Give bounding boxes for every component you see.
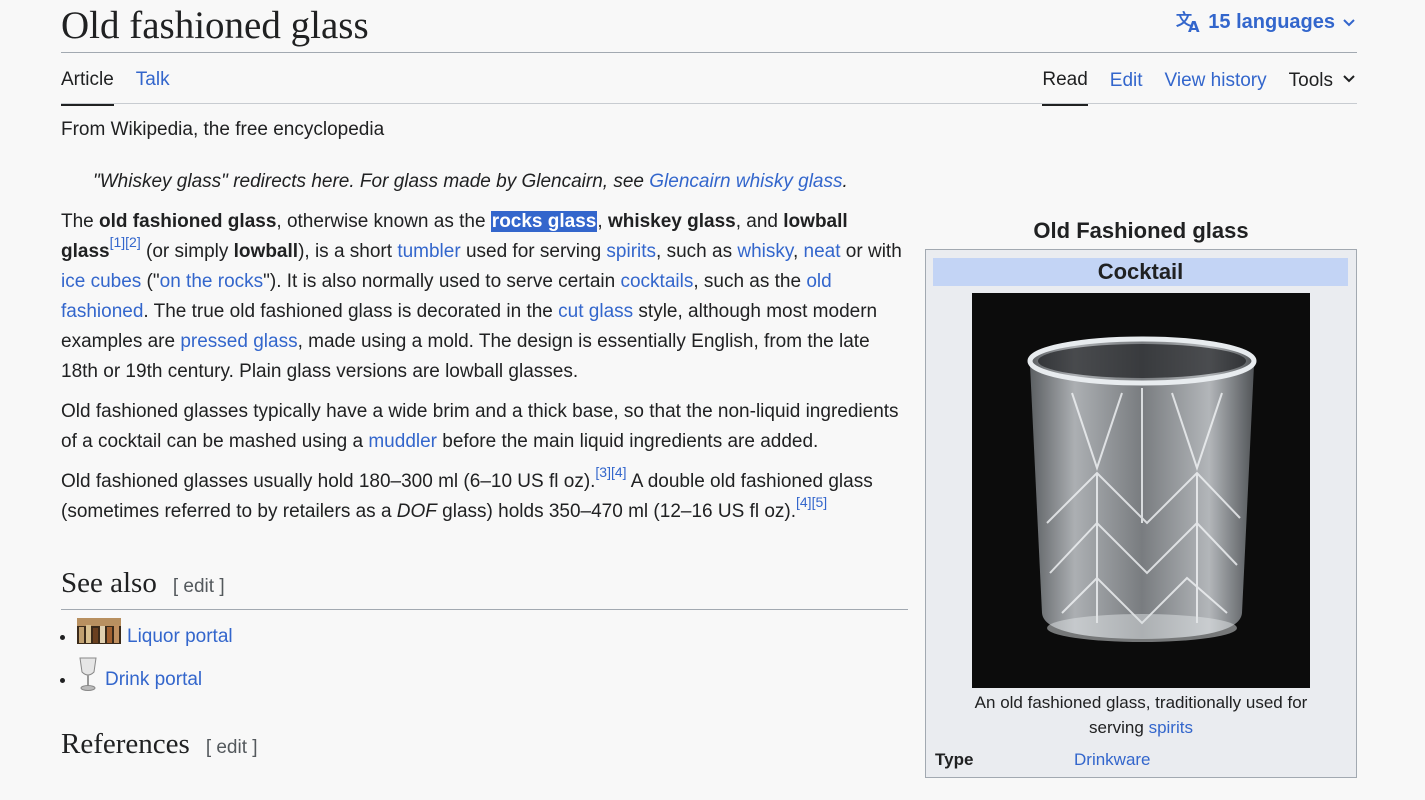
translate-icon: 文 A (1176, 10, 1202, 34)
type-label: Type (935, 750, 974, 769)
text: before the main liquid ingredients are a… (437, 431, 819, 452)
text: ), is a short (298, 241, 398, 262)
tab-article[interactable]: Article (61, 66, 114, 106)
text: glass) holds 350–470 ml (12–16 US fl oz)… (436, 501, 796, 522)
spirits-link[interactable]: spirits (606, 241, 656, 262)
hatnote-text: "Whiskey glass" redirects here. For glas… (93, 171, 650, 192)
liquor-bottles-icon (77, 618, 121, 656)
see-also-list: Liquor portal Drink portal (61, 618, 908, 704)
edit-section-link[interactable]: [ edit ] (173, 569, 225, 605)
cocktails-link[interactable]: cocktails (620, 271, 693, 292)
text: or with (840, 241, 902, 262)
bold-term: whiskey glass (607, 211, 736, 232)
list-item: Liquor portal (77, 618, 908, 656)
heading-text: References (61, 728, 190, 760)
infobox-title: Old Fashioned glass (1033, 218, 1249, 243)
bold-term: lowball (233, 241, 299, 262)
text: , (792, 241, 804, 262)
tumbler-link[interactable]: tumbler (397, 241, 460, 262)
text: . The true old fashioned glass is decora… (143, 301, 559, 322)
hatnote-end: . (842, 171, 848, 192)
italic-term: DOF (396, 501, 437, 522)
paragraph-3: Old fashioned glasses usually hold 180–3… (61, 464, 908, 527)
text: , (597, 211, 608, 232)
view-tabs: Read Edit View history Tools (1042, 66, 1357, 106)
paragraph-2: Old fashioned glasses typically have a w… (61, 397, 908, 457)
wine-glass-icon (77, 656, 99, 704)
text: , such as the (693, 271, 807, 292)
tab-edit[interactable]: Edit (1110, 67, 1143, 105)
infobox-header: Cocktail (933, 258, 1348, 286)
reference-link[interactable]: [5] (812, 494, 828, 510)
references-section: References [ edit ] (61, 726, 908, 766)
drink-portal-link[interactable]: Drink portal (105, 669, 202, 690)
tab-read[interactable]: Read (1042, 66, 1088, 106)
glass-image[interactable] (972, 293, 1310, 688)
whisky-link[interactable]: whisky (737, 241, 793, 262)
title-divider (61, 52, 1357, 53)
spirits-link[interactable]: spirits (1149, 718, 1193, 737)
infobox-caption: An old fashioned glass, traditionally us… (926, 690, 1356, 740)
text: Old fashioned glasses usually hold 180–3… (61, 471, 596, 492)
reference-link[interactable]: [4] (796, 494, 812, 510)
text: "). It is also normally used to serve ce… (263, 271, 621, 292)
heading-divider (61, 609, 908, 610)
muddler-link[interactable]: muddler (368, 431, 437, 452)
languages-label: 15 languages (1208, 10, 1335, 33)
liquor-portal-link[interactable]: Liquor portal (127, 626, 233, 647)
reference-link[interactable]: [3] (595, 464, 611, 480)
chevron-down-icon (1341, 14, 1357, 30)
infobox-row-type: Type Drinkware (926, 748, 1356, 772)
reference-link[interactable]: [4] (611, 464, 627, 480)
cut-glass-link[interactable]: cut glass (558, 301, 633, 322)
tabs-divider (61, 103, 1357, 104)
drinkware-link[interactable]: Drinkware (1074, 748, 1151, 772)
article-content: From Wikipedia, the free encyclopedia "W… (61, 115, 908, 766)
text: (or simply (140, 241, 234, 262)
svg-text:A: A (1188, 18, 1200, 34)
paragraph-1: The old fashioned glass, otherwise known… (61, 207, 908, 387)
tab-view-history[interactable]: View history (1165, 67, 1267, 105)
heading-text: See also (61, 567, 157, 599)
list-item: Drink portal (77, 656, 908, 704)
edit-section-link[interactable]: [ edit ] (206, 730, 258, 766)
tools-label: Tools (1288, 70, 1333, 91)
text: , otherwise known as the (276, 211, 491, 232)
edit-label: [ edit ] (205, 737, 258, 758)
text: used for serving (460, 241, 607, 262)
text: , and (735, 211, 784, 232)
text: (" (141, 271, 160, 292)
text: , such as (656, 241, 738, 262)
tools-menu[interactable]: Tools (1289, 67, 1357, 105)
reference-link[interactable]: [2] (125, 234, 141, 250)
text: The (61, 211, 100, 232)
neat-link[interactable]: neat (804, 241, 841, 262)
chevron-down-icon (1341, 67, 1357, 95)
site-tagline: From Wikipedia, the free encyclopedia (61, 119, 385, 140)
references-heading: References [ edit ] (61, 726, 908, 766)
see-also-heading: See also [ edit ] (61, 565, 908, 605)
infobox: Cocktail An old fashioned glass, traditi… (925, 249, 1357, 778)
namespace-tabs: Article Talk (61, 66, 170, 106)
selected-text: rocks glass (490, 211, 598, 232)
hatnote: "Whiskey glass" redirects here. For glas… (93, 167, 908, 197)
reference-link[interactable]: [1] (110, 234, 126, 250)
bold-term: old fashioned glass (99, 211, 277, 232)
tab-talk[interactable]: Talk (136, 66, 170, 106)
page-title: Old fashioned glass (61, 4, 369, 47)
edit-label: [ edit ] (172, 576, 225, 597)
on-the-rocks-link[interactable]: on the rocks (160, 271, 264, 292)
see-also-section: See also [ edit ] • Liquor portal • Drink… (61, 565, 908, 704)
caption-text: An old fashioned glass, traditionally us… (974, 693, 1308, 737)
glencairn-link[interactable]: Glencairn whisky glass (649, 171, 842, 192)
ice-cubes-link[interactable]: ice cubes (61, 271, 141, 292)
language-button[interactable]: 文 A 15 languages (1176, 10, 1357, 34)
pressed-glass-link[interactable]: pressed glass (180, 331, 297, 352)
